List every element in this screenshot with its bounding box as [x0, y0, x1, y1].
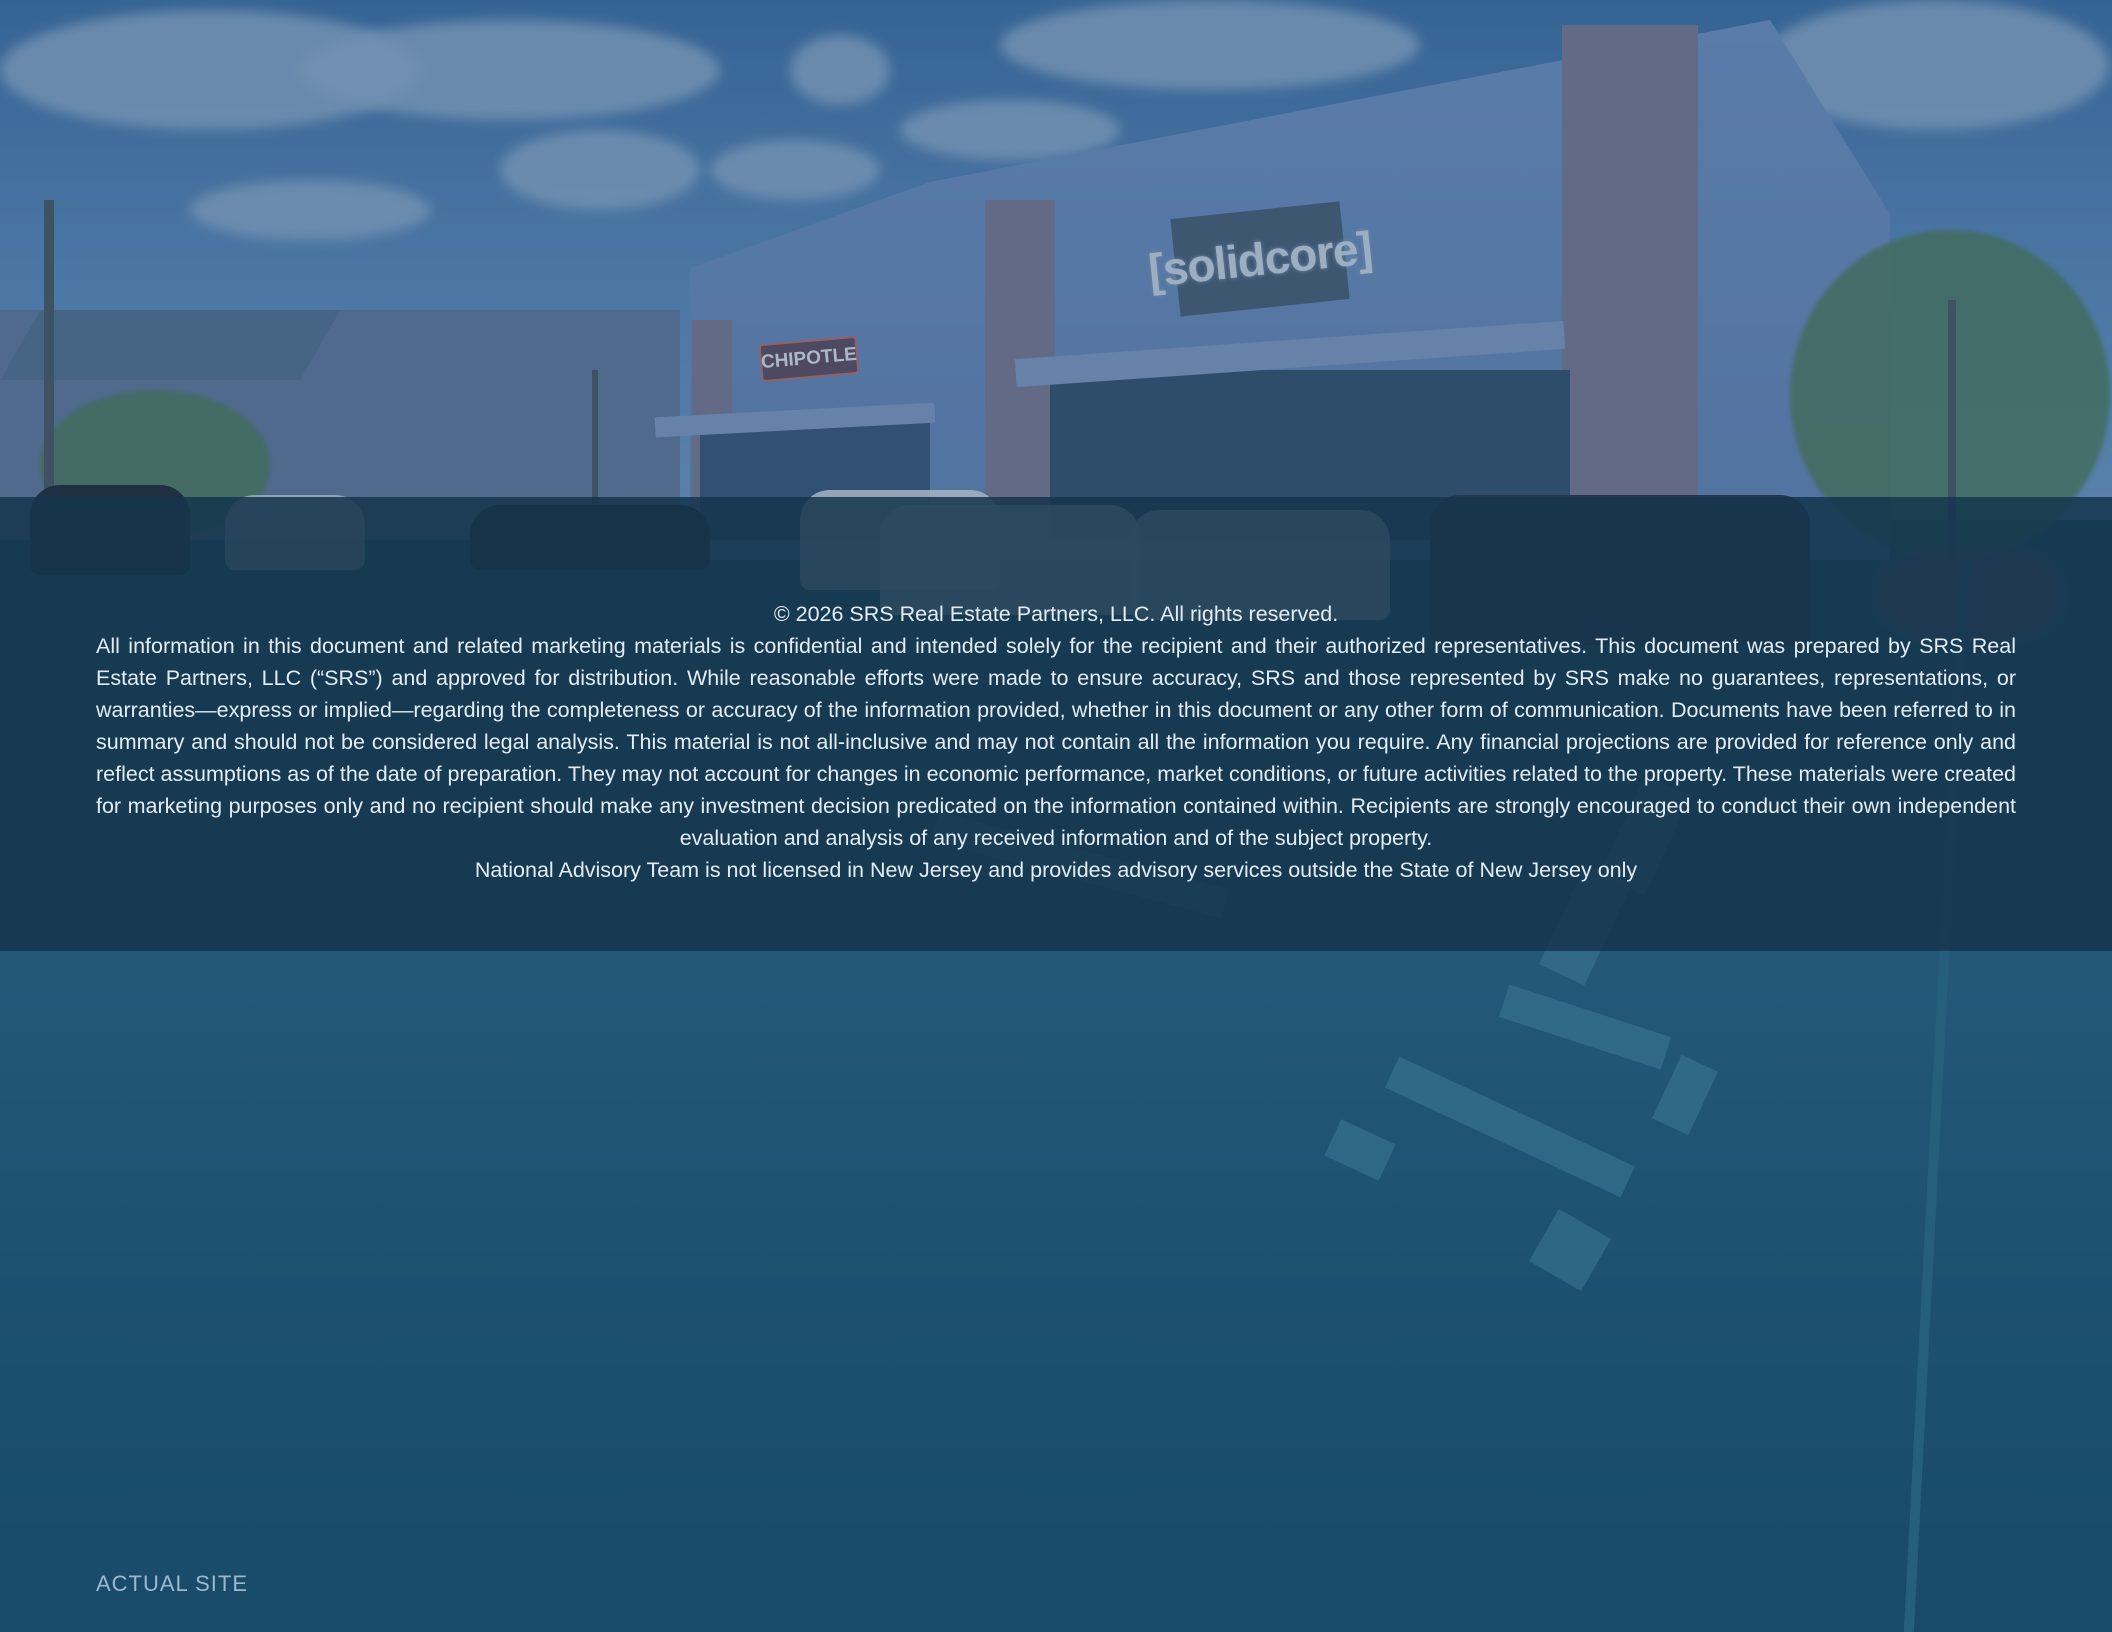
legal-disclaimer: © 2026 SRS Real Estate Partners, LLC. Al… [96, 598, 2016, 886]
photo-caption: ACTUAL SITE [96, 1571, 248, 1596]
disclaimer-text: All information in this document and rel… [96, 634, 2016, 850]
copyright-notice: © 2026 SRS Real Estate Partners, LLC. Al… [773, 602, 1339, 626]
license-note: National Advisory Team is not licensed i… [474, 858, 1638, 882]
